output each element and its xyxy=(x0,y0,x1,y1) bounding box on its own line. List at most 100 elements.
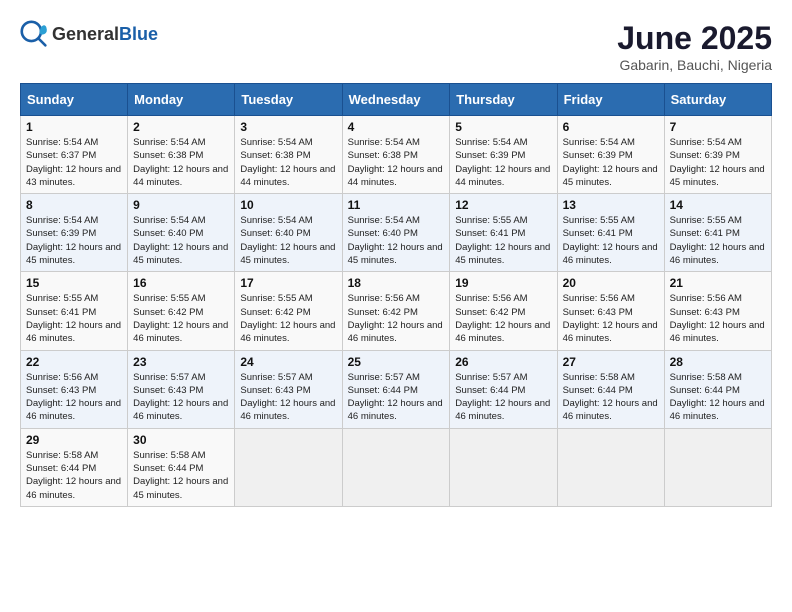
day-info: Sunrise: 5:54 AM Sunset: 6:38 PM Dayligh… xyxy=(348,136,445,189)
calendar-day-17: 17 Sunrise: 5:55 AM Sunset: 6:42 PM Dayl… xyxy=(235,272,342,350)
calendar-day-2: 2 Sunrise: 5:54 AM Sunset: 6:38 PM Dayli… xyxy=(128,116,235,194)
calendar-week-4: 22 Sunrise: 5:56 AM Sunset: 6:43 PM Dayl… xyxy=(21,350,772,428)
calendar-day-26: 26 Sunrise: 5:57 AM Sunset: 6:44 PM Dayl… xyxy=(450,350,557,428)
calendar-day-29: 29 Sunrise: 5:58 AM Sunset: 6:44 PM Dayl… xyxy=(21,428,128,506)
day-info: Sunrise: 5:56 AM Sunset: 6:43 PM Dayligh… xyxy=(563,292,659,345)
weekday-header-saturday: Saturday xyxy=(664,84,771,116)
day-number: 23 xyxy=(133,355,229,369)
day-number: 24 xyxy=(240,355,336,369)
day-info: Sunrise: 5:58 AM Sunset: 6:44 PM Dayligh… xyxy=(563,371,659,424)
day-info: Sunrise: 5:54 AM Sunset: 6:39 PM Dayligh… xyxy=(563,136,659,189)
day-number: 25 xyxy=(348,355,445,369)
day-info: Sunrise: 5:55 AM Sunset: 6:41 PM Dayligh… xyxy=(26,292,122,345)
empty-cell xyxy=(557,428,664,506)
location: Gabarin, Bauchi, Nigeria xyxy=(617,57,772,73)
calendar-day-24: 24 Sunrise: 5:57 AM Sunset: 6:43 PM Dayl… xyxy=(235,350,342,428)
day-number: 7 xyxy=(670,120,766,134)
day-number: 28 xyxy=(670,355,766,369)
calendar-day-11: 11 Sunrise: 5:54 AM Sunset: 6:40 PM Dayl… xyxy=(342,194,450,272)
logo-blue: Blue xyxy=(119,24,158,44)
day-info: Sunrise: 5:55 AM Sunset: 6:41 PM Dayligh… xyxy=(455,214,551,267)
day-number: 26 xyxy=(455,355,551,369)
day-info: Sunrise: 5:56 AM Sunset: 6:42 PM Dayligh… xyxy=(455,292,551,345)
day-info: Sunrise: 5:54 AM Sunset: 6:40 PM Dayligh… xyxy=(348,214,445,267)
day-info: Sunrise: 5:55 AM Sunset: 6:41 PM Dayligh… xyxy=(670,214,766,267)
calendar-day-3: 3 Sunrise: 5:54 AM Sunset: 6:38 PM Dayli… xyxy=(235,116,342,194)
day-info: Sunrise: 5:58 AM Sunset: 6:44 PM Dayligh… xyxy=(133,449,229,502)
day-info: Sunrise: 5:57 AM Sunset: 6:43 PM Dayligh… xyxy=(133,371,229,424)
day-number: 20 xyxy=(563,276,659,290)
weekday-header-sunday: Sunday xyxy=(21,84,128,116)
calendar-day-13: 13 Sunrise: 5:55 AM Sunset: 6:41 PM Dayl… xyxy=(557,194,664,272)
calendar-day-4: 4 Sunrise: 5:54 AM Sunset: 6:38 PM Dayli… xyxy=(342,116,450,194)
day-number: 21 xyxy=(670,276,766,290)
calendar-table: SundayMondayTuesdayWednesdayThursdayFrid… xyxy=(20,83,772,507)
day-number: 12 xyxy=(455,198,551,212)
empty-cell xyxy=(450,428,557,506)
title-area: June 2025 Gabarin, Bauchi, Nigeria xyxy=(617,20,772,73)
day-number: 18 xyxy=(348,276,445,290)
calendar-day-10: 10 Sunrise: 5:54 AM Sunset: 6:40 PM Dayl… xyxy=(235,194,342,272)
day-number: 3 xyxy=(240,120,336,134)
weekday-header-row: SundayMondayTuesdayWednesdayThursdayFrid… xyxy=(21,84,772,116)
calendar-day-16: 16 Sunrise: 5:55 AM Sunset: 6:42 PM Dayl… xyxy=(128,272,235,350)
logo-general: General xyxy=(52,24,119,44)
day-info: Sunrise: 5:55 AM Sunset: 6:41 PM Dayligh… xyxy=(563,214,659,267)
day-info: Sunrise: 5:55 AM Sunset: 6:42 PM Dayligh… xyxy=(240,292,336,345)
day-info: Sunrise: 5:54 AM Sunset: 6:40 PM Dayligh… xyxy=(240,214,336,267)
day-number: 15 xyxy=(26,276,122,290)
day-info: Sunrise: 5:54 AM Sunset: 6:39 PM Dayligh… xyxy=(455,136,551,189)
weekday-header-tuesday: Tuesday xyxy=(235,84,342,116)
logo-icon xyxy=(20,20,48,48)
day-info: Sunrise: 5:54 AM Sunset: 6:40 PM Dayligh… xyxy=(133,214,229,267)
day-number: 13 xyxy=(563,198,659,212)
calendar-day-25: 25 Sunrise: 5:57 AM Sunset: 6:44 PM Dayl… xyxy=(342,350,450,428)
day-info: Sunrise: 5:57 AM Sunset: 6:44 PM Dayligh… xyxy=(455,371,551,424)
day-info: Sunrise: 5:54 AM Sunset: 6:38 PM Dayligh… xyxy=(240,136,336,189)
calendar-week-5: 29 Sunrise: 5:58 AM Sunset: 6:44 PM Dayl… xyxy=(21,428,772,506)
empty-cell xyxy=(235,428,342,506)
day-info: Sunrise: 5:57 AM Sunset: 6:43 PM Dayligh… xyxy=(240,371,336,424)
calendar-day-5: 5 Sunrise: 5:54 AM Sunset: 6:39 PM Dayli… xyxy=(450,116,557,194)
day-number: 27 xyxy=(563,355,659,369)
month-year: June 2025 xyxy=(617,20,772,57)
empty-cell xyxy=(342,428,450,506)
calendar-day-15: 15 Sunrise: 5:55 AM Sunset: 6:41 PM Dayl… xyxy=(21,272,128,350)
calendar-week-2: 8 Sunrise: 5:54 AM Sunset: 6:39 PM Dayli… xyxy=(21,194,772,272)
day-number: 16 xyxy=(133,276,229,290)
calendar-week-1: 1 Sunrise: 5:54 AM Sunset: 6:37 PM Dayli… xyxy=(21,116,772,194)
calendar-day-6: 6 Sunrise: 5:54 AM Sunset: 6:39 PM Dayli… xyxy=(557,116,664,194)
day-number: 1 xyxy=(26,120,122,134)
calendar-day-7: 7 Sunrise: 5:54 AM Sunset: 6:39 PM Dayli… xyxy=(664,116,771,194)
day-number: 17 xyxy=(240,276,336,290)
calendar-day-28: 28 Sunrise: 5:58 AM Sunset: 6:44 PM Dayl… xyxy=(664,350,771,428)
day-number: 9 xyxy=(133,198,229,212)
day-number: 10 xyxy=(240,198,336,212)
day-info: Sunrise: 5:58 AM Sunset: 6:44 PM Dayligh… xyxy=(670,371,766,424)
calendar-day-9: 9 Sunrise: 5:54 AM Sunset: 6:40 PM Dayli… xyxy=(128,194,235,272)
day-info: Sunrise: 5:57 AM Sunset: 6:44 PM Dayligh… xyxy=(348,371,445,424)
day-number: 30 xyxy=(133,433,229,447)
day-info: Sunrise: 5:56 AM Sunset: 6:43 PM Dayligh… xyxy=(26,371,122,424)
day-number: 14 xyxy=(670,198,766,212)
day-number: 22 xyxy=(26,355,122,369)
day-number: 6 xyxy=(563,120,659,134)
calendar-week-3: 15 Sunrise: 5:55 AM Sunset: 6:41 PM Dayl… xyxy=(21,272,772,350)
calendar-day-18: 18 Sunrise: 5:56 AM Sunset: 6:42 PM Dayl… xyxy=(342,272,450,350)
calendar-day-19: 19 Sunrise: 5:56 AM Sunset: 6:42 PM Dayl… xyxy=(450,272,557,350)
weekday-header-thursday: Thursday xyxy=(450,84,557,116)
day-number: 11 xyxy=(348,198,445,212)
weekday-header-monday: Monday xyxy=(128,84,235,116)
calendar-day-27: 27 Sunrise: 5:58 AM Sunset: 6:44 PM Dayl… xyxy=(557,350,664,428)
weekday-header-friday: Friday xyxy=(557,84,664,116)
weekday-header-wednesday: Wednesday xyxy=(342,84,450,116)
day-number: 19 xyxy=(455,276,551,290)
day-info: Sunrise: 5:56 AM Sunset: 6:43 PM Dayligh… xyxy=(670,292,766,345)
day-number: 29 xyxy=(26,433,122,447)
day-number: 4 xyxy=(348,120,445,134)
calendar-day-12: 12 Sunrise: 5:55 AM Sunset: 6:41 PM Dayl… xyxy=(450,194,557,272)
calendar-day-20: 20 Sunrise: 5:56 AM Sunset: 6:43 PM Dayl… xyxy=(557,272,664,350)
empty-cell xyxy=(664,428,771,506)
day-info: Sunrise: 5:54 AM Sunset: 6:39 PM Dayligh… xyxy=(670,136,766,189)
calendar-day-14: 14 Sunrise: 5:55 AM Sunset: 6:41 PM Dayl… xyxy=(664,194,771,272)
